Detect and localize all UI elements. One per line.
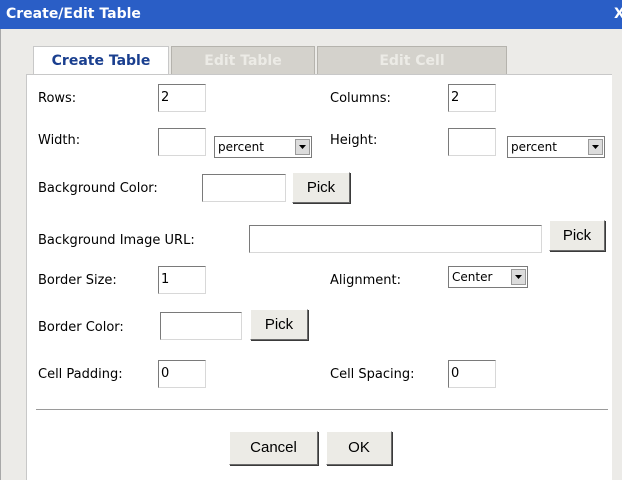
height-unit-select[interactable]: percent [507, 136, 605, 158]
chevron-down-icon[interactable] [588, 139, 603, 155]
columns-input[interactable]: 2 [448, 84, 496, 112]
height-unit-value: percent [511, 140, 557, 154]
alignment-value: Center [452, 270, 493, 284]
background-image-url-input[interactable] [249, 225, 542, 253]
tab-edit-table[interactable]: Edit Table [171, 46, 315, 74]
dialog-title: Create/Edit Table [6, 6, 141, 22]
alignment-label: Alignment: [330, 273, 401, 288]
chevron-down-icon[interactable] [295, 139, 310, 155]
border-color-label: Border Color: [38, 320, 124, 335]
rows-label: Rows: [38, 91, 77, 106]
background-image-pick-button[interactable]: Pick [549, 220, 605, 251]
height-input[interactable] [448, 128, 496, 156]
alignment-select[interactable]: Center [448, 266, 528, 288]
rows-input[interactable]: 2 [158, 84, 206, 112]
cell-padding-input[interactable]: 0 [158, 360, 206, 388]
background-image-url-label: Background Image URL: [38, 233, 195, 248]
border-color-pick-button[interactable]: Pick [250, 309, 308, 340]
width-unit-select[interactable]: percent [214, 136, 312, 158]
height-label: Height: [330, 133, 378, 148]
width-label: Width: [38, 133, 81, 148]
cell-spacing-label: Cell Spacing: [330, 367, 415, 382]
background-color-input[interactable] [202, 174, 286, 202]
background-color-pick-button[interactable]: Pick [292, 172, 350, 203]
tab-edit-cell[interactable]: Edit Cell [317, 46, 507, 74]
border-size-label: Border Size: [38, 273, 117, 288]
border-color-input[interactable] [160, 312, 242, 340]
chevron-down-icon[interactable] [511, 269, 526, 285]
close-icon[interactable]: X [614, 6, 622, 22]
tab-create-table[interactable]: Create Table [33, 46, 169, 75]
width-unit-value: percent [218, 140, 264, 154]
form-divider [36, 409, 608, 411]
ok-button[interactable]: OK [326, 431, 392, 465]
border-size-input[interactable]: 1 [158, 266, 206, 294]
cell-spacing-input[interactable]: 0 [448, 360, 496, 388]
columns-label: Columns: [330, 91, 391, 106]
background-color-label: Background Color: [38, 181, 158, 196]
width-input[interactable] [158, 128, 206, 156]
cell-padding-label: Cell Padding: [38, 367, 123, 382]
cancel-button[interactable]: Cancel [229, 431, 318, 465]
dialog-titlebar[interactable]: Create/Edit Table X [0, 0, 622, 29]
